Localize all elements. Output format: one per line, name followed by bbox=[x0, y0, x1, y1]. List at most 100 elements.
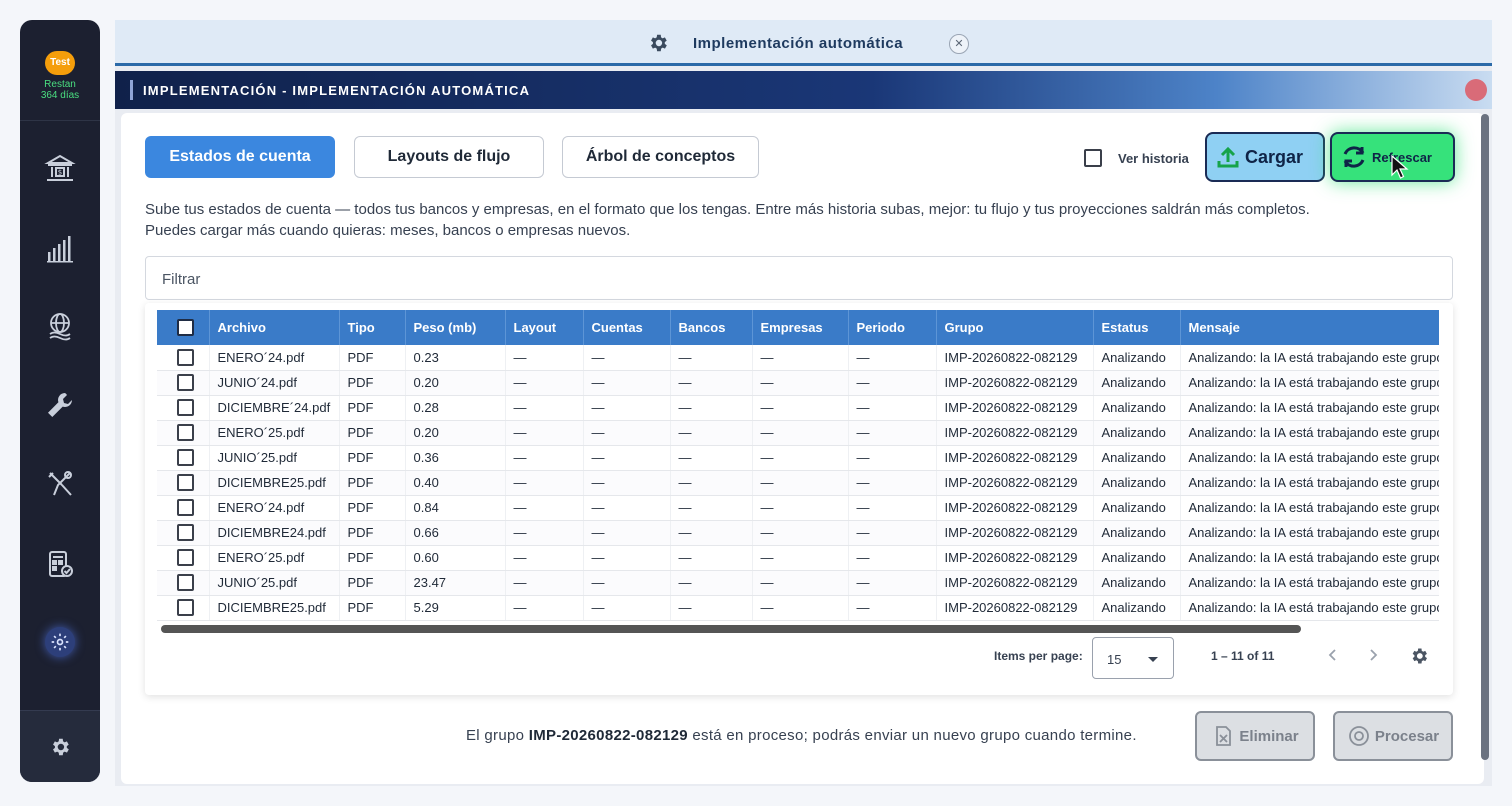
select-all-checkbox[interactable] bbox=[177, 319, 194, 337]
tab-estados-de-cuenta[interactable]: Estados de cuenta bbox=[145, 136, 335, 178]
row-select-cell[interactable] bbox=[157, 445, 210, 471]
row-select-cell[interactable] bbox=[157, 520, 210, 546]
tab-title[interactable]: Implementación automática bbox=[693, 35, 903, 52]
page-size-value: 15 bbox=[1107, 652, 1122, 667]
table-cell: — bbox=[848, 495, 937, 521]
header-status-dot[interactable] bbox=[1465, 79, 1487, 101]
row-checkbox[interactable] bbox=[177, 449, 194, 467]
column-header[interactable]: Tipo bbox=[339, 310, 406, 345]
next-page-icon[interactable] bbox=[1365, 647, 1381, 663]
column-header[interactable]: Mensaje bbox=[1180, 310, 1439, 345]
row-checkbox[interactable] bbox=[177, 424, 194, 442]
page-size-select[interactable]: 15 bbox=[1092, 637, 1174, 679]
table-row[interactable]: ENERO´25.pdf PDF 0.20— — — — — IMP-20260822-082… bbox=[157, 420, 1439, 446]
column-header[interactable]: Empresas bbox=[752, 310, 849, 345]
table-cell: — bbox=[848, 345, 937, 371]
procesar-button[interactable]: Procesar bbox=[1333, 711, 1453, 761]
row-select-cell[interactable] bbox=[157, 345, 210, 371]
table-row[interactable]: ENERO´25.pdf PDF 0.60— — — — — IMP-20260822-082… bbox=[157, 545, 1439, 571]
sidebar-item-tools[interactable] bbox=[40, 464, 80, 504]
row-select-cell[interactable] bbox=[157, 370, 210, 396]
table-row[interactable]: DICIEMBRE´24.pdf PDF 0.28— — — — — IMP-20260822… bbox=[157, 395, 1439, 421]
row-select-cell[interactable] bbox=[157, 570, 210, 596]
vertical-scrollbar[interactable] bbox=[1480, 114, 1490, 760]
user-badge[interactable]: Test bbox=[45, 51, 75, 75]
table-cell: — bbox=[752, 445, 849, 471]
row-select-cell[interactable] bbox=[157, 470, 210, 496]
table-row[interactable]: DICIEMBRE25.pdf PDF 0.40— — — — — IMP-20260822-… bbox=[157, 470, 1439, 496]
table-cell: ENERO´25.pdf bbox=[209, 545, 340, 571]
select-all-cell[interactable] bbox=[157, 310, 210, 345]
vertical-scrollbar-thumb[interactable] bbox=[1481, 114, 1489, 760]
page-description: Sube tus estados de cuenta — todos tus b… bbox=[145, 199, 1445, 241]
sidebar-item-money-globe[interactable] bbox=[40, 306, 80, 346]
column-header[interactable]: Cuentas bbox=[583, 310, 671, 345]
horizontal-scrollbar[interactable] bbox=[161, 625, 1301, 633]
column-header[interactable]: Layout bbox=[505, 310, 584, 345]
table-row[interactable]: JUNIO´25.pdf PDF 23.47— — — — — IMP-20260822-08… bbox=[157, 570, 1439, 596]
tab-arbol-de-conceptos[interactable]: Árbol de conceptos bbox=[562, 136, 759, 178]
tab-layouts-de-flujo[interactable]: Layouts de flujo bbox=[354, 136, 544, 178]
column-header[interactable]: Periodo bbox=[848, 310, 937, 345]
table-cell: 0.20 bbox=[405, 370, 506, 396]
column-header[interactable]: Grupo bbox=[936, 310, 1094, 345]
previous-page-icon[interactable] bbox=[1325, 647, 1341, 663]
table-settings-gear-icon[interactable] bbox=[1409, 646, 1429, 666]
items-per-page-label: Items per page: bbox=[994, 649, 1083, 663]
table-row[interactable]: DICIEMBRE25.pdf PDF 5.29— — — — — IMP-20260822-… bbox=[157, 595, 1439, 621]
row-select-cell[interactable] bbox=[157, 545, 210, 571]
sidebar-item-calculator[interactable] bbox=[40, 544, 80, 584]
main-area: Implementación automática ✕ IMPLEMENTACI… bbox=[115, 20, 1492, 786]
ver-historia-toggle[interactable]: Ver historia bbox=[1084, 149, 1189, 167]
table-cell: Analizando bbox=[1093, 595, 1181, 621]
row-checkbox[interactable] bbox=[177, 549, 194, 567]
table-cell: IMP-20260822-082129 bbox=[936, 520, 1094, 546]
status-prefix: El grupo bbox=[466, 727, 525, 744]
tab-close-button[interactable]: ✕ bbox=[949, 34, 969, 54]
table-row[interactable]: ENERO´24.pdf PDF 0.84— — — — — IMP-20260822-082… bbox=[157, 495, 1439, 521]
column-header[interactable]: Peso (mb) bbox=[405, 310, 506, 345]
table-row[interactable]: ENERO´24.pdf PDF 0.23— — — — — IMP-20260822-082… bbox=[157, 345, 1439, 371]
table-cell: ENERO´24.pdf bbox=[209, 495, 340, 521]
table-row[interactable]: JUNIO´25.pdf PDF 0.36— — — — — IMP-20260822-082… bbox=[157, 445, 1439, 471]
table-cell: — bbox=[670, 495, 753, 521]
row-checkbox[interactable] bbox=[177, 348, 194, 366]
row-checkbox[interactable] bbox=[177, 599, 194, 617]
table-row[interactable]: JUNIO´24.pdf PDF 0.20— — — — — IMP-20260822-082… bbox=[157, 370, 1439, 396]
row-checkbox[interactable] bbox=[177, 574, 194, 592]
sidebar-item-wrench[interactable] bbox=[40, 385, 80, 425]
row-checkbox[interactable] bbox=[177, 399, 194, 417]
table-cell: PDF bbox=[339, 370, 406, 396]
sidebar-settings[interactable] bbox=[20, 710, 100, 782]
row-checkbox[interactable] bbox=[177, 499, 194, 517]
sidebar-item-charts[interactable] bbox=[40, 228, 80, 268]
table-cell: PDF bbox=[339, 445, 406, 471]
eliminar-button[interactable]: Eliminar bbox=[1195, 711, 1315, 761]
sidebar-item-settings-active[interactable] bbox=[45, 627, 75, 657]
row-checkbox[interactable] bbox=[177, 524, 194, 542]
ver-historia-checkbox[interactable] bbox=[1084, 149, 1102, 167]
table-cell: — bbox=[583, 545, 671, 571]
table-row[interactable]: DICIEMBRE24.pdf PDF 0.66— — — — — IMP-20260822-… bbox=[157, 520, 1439, 546]
cargar-button[interactable]: Cargar bbox=[1205, 132, 1325, 182]
table-cell: Analizando: la IA está trabajando este g… bbox=[1180, 420, 1439, 446]
table-scroll-area[interactable]: Archivo Tipo Peso (mb) Layout Cuentas Ba… bbox=[157, 310, 1439, 634]
table-cell: — bbox=[670, 470, 753, 496]
filter-input[interactable]: Filtrar bbox=[145, 256, 1453, 300]
row-checkbox[interactable] bbox=[177, 374, 194, 392]
row-select-cell[interactable] bbox=[157, 495, 210, 521]
table-cell: PDF bbox=[339, 470, 406, 496]
sidebar-item-bank[interactable]: $ bbox=[40, 148, 80, 188]
row-select-cell[interactable] bbox=[157, 595, 210, 621]
row-checkbox[interactable] bbox=[177, 474, 194, 492]
row-select-cell[interactable] bbox=[157, 420, 210, 446]
bar-chart-icon bbox=[47, 236, 73, 263]
column-header[interactable]: Bancos bbox=[670, 310, 753, 345]
table-cell: — bbox=[505, 345, 584, 371]
column-header[interactable]: Archivo bbox=[209, 310, 340, 345]
row-select-cell[interactable] bbox=[157, 395, 210, 421]
table-cell: — bbox=[583, 470, 671, 496]
column-header[interactable]: Estatus bbox=[1093, 310, 1181, 345]
table-cell: — bbox=[670, 545, 753, 571]
table-cell: — bbox=[505, 470, 584, 496]
